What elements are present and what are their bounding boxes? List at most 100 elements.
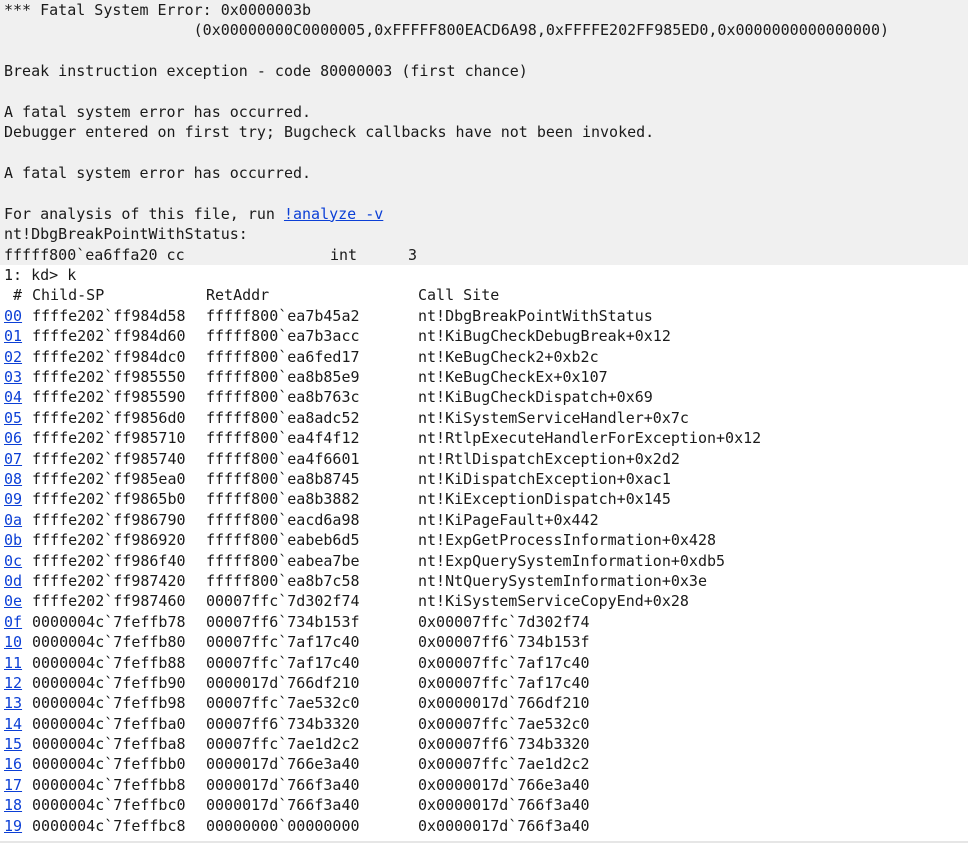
frame-number-link[interactable]: 19 xyxy=(4,817,22,835)
child-sp-value-cell: 0000004c`7feffba8 xyxy=(32,734,206,754)
child-sp-value: 0000004c`7feffb88 xyxy=(32,653,186,672)
frame-number-link[interactable]: 04 xyxy=(4,388,22,406)
frame-number-link-cell: 19 xyxy=(4,816,32,836)
child-sp-value: ffffe202`ff984d58 xyxy=(32,306,186,325)
stack-frame-row: 19 0000004c`7feffbc8 00000000`00000000 0x00… xyxy=(4,816,968,836)
ret-addr-value-cell: 00007ffc`7af17c40 xyxy=(206,632,418,652)
frame-number-link[interactable]: 11 xyxy=(4,654,22,672)
frame-number-link-cell: 14 xyxy=(4,714,32,734)
frame-number-link[interactable]: 02 xyxy=(4,348,22,366)
child-sp-value: ffffe202`ff9865b0 xyxy=(32,490,186,509)
frame-number-link[interactable]: 01 xyxy=(4,327,22,345)
frame-number-link-cell: 0d xyxy=(4,571,32,591)
child-sp-value-cell: 0000004c`7feffbc0 xyxy=(32,795,206,815)
frame-number-link-cell: 10 xyxy=(4,632,32,652)
analysis-hint-text: For analysis of this file, run xyxy=(4,204,284,223)
fatal-error-title: *** Fatal System Error: 0x0000003b xyxy=(4,1,312,19)
stack-frame-row: 03 ffffe202`ff985550 fffff800`ea8b85e9 nt!K… xyxy=(4,367,968,387)
child-sp-value: ffffe202`ff984dc0 xyxy=(32,347,186,366)
frame-number-link[interactable]: 18 xyxy=(4,796,22,814)
child-sp-value-cell: ffffe202`ff9865b0 xyxy=(32,489,206,509)
disassembly-line: fffff800`ea6ffa20 cc int 3 xyxy=(4,245,968,265)
child-sp-value-cell: ffffe202`ff987420 xyxy=(32,571,206,591)
frame-number-link-cell: 0f xyxy=(4,612,32,632)
call-site-value-cell: nt!KiSystemServiceCopyEnd+0x28 xyxy=(418,591,689,611)
ret-addr-value: fffff800`eabea7be xyxy=(206,551,360,570)
frame-number-link[interactable]: 15 xyxy=(4,735,22,753)
child-sp-value-cell: ffffe202`ff984d60 xyxy=(32,326,206,346)
stack-frame-row: 17 0000004c`7feffbb8 0000017d`766f3a40 0x00… xyxy=(4,775,968,795)
frame-number-link[interactable]: 0f xyxy=(4,613,22,631)
frame-number-link[interactable]: 0a xyxy=(4,511,22,529)
frame-number-link[interactable]: 06 xyxy=(4,429,22,447)
analyze-link[interactable]: !analyze -v xyxy=(284,205,383,223)
child-sp-value: ffffe202`ff985710 xyxy=(32,429,186,448)
call-site-value-cell: nt!ExpQuerySystemInformation+0xdb5 xyxy=(418,551,725,571)
child-sp-value-cell: ffffe202`ff985550 xyxy=(32,367,206,387)
child-sp-value-cell: 0000004c`7feffb80 xyxy=(32,632,206,652)
ret-addr-value-cell: 00007ffc`7ae532c0 xyxy=(206,693,418,713)
ret-addr-value: fffff800`ea8b8745 xyxy=(206,469,360,488)
stack-frame-row: 12 0000004c`7feffb90 0000017d`766df210 0x00… xyxy=(4,673,968,693)
call-site-value-cell: 0x00007ffc`7af17c40 xyxy=(418,653,590,673)
fatal-message-line: A fatal system error has occurred. xyxy=(4,164,312,183)
frame-number-link[interactable]: 07 xyxy=(4,450,22,468)
frame-number-link[interactable]: 10 xyxy=(4,633,22,651)
stack-frame-row: 08 ffffe202`ff985ea0 fffff800`ea8b8745 nt!K… xyxy=(4,469,968,489)
frame-number-link[interactable]: 14 xyxy=(4,715,22,733)
ret-addr-value-cell: 00000000`00000000 xyxy=(206,816,418,836)
child-sp-value: 0000004c`7feffb78 xyxy=(32,612,186,631)
ret-addr-value: 0000017d`766df210 xyxy=(206,673,360,692)
call-site-value-cell: nt!ExpGetProcessInformation+0x428 xyxy=(418,530,716,550)
child-sp-value: 0000004c`7feffba8 xyxy=(32,735,186,754)
call-site-value-cell: nt!KiSystemServiceHandler+0x7c xyxy=(418,408,689,428)
frame-number-link[interactable]: 0d xyxy=(4,572,22,590)
ret-addr-value: fffff800`ea8b85e9 xyxy=(206,368,360,387)
frame-number-link[interactable]: 09 xyxy=(4,490,22,508)
frame-number-link[interactable]: 08 xyxy=(4,470,22,488)
frame-number-link[interactable]: 0c xyxy=(4,552,22,570)
frame-number-link[interactable]: 0b xyxy=(4,531,22,549)
call-site-value: nt!DbgBreakPointWithStatus xyxy=(418,306,653,325)
break-exception-line: Break instruction exception - code 80000… xyxy=(4,62,528,81)
disasm-opcode: int xyxy=(330,245,358,264)
ret-addr-value-cell: fffff800`ea7b45a2 xyxy=(206,306,418,326)
child-sp-value: ffffe202`ff985590 xyxy=(32,388,186,407)
child-sp-value-cell: ffffe202`ff985ea0 xyxy=(32,469,206,489)
stack-frame-row: 00 ffffe202`ff984d58 fffff800`ea7b45a2 nt!D… xyxy=(4,306,968,326)
frame-number-link[interactable]: 0e xyxy=(4,592,22,610)
call-site-value: 0x00007ffc`7ae1d2c2 xyxy=(418,755,590,774)
call-site-value-cell: 0x0000017d`766f3a40 xyxy=(418,816,590,836)
stack-frame-row: 05 ffffe202`ff9856d0 fffff800`ea8adc52 nt!K… xyxy=(4,408,968,428)
child-sp-value-cell: ffffe202`ff984dc0 xyxy=(32,347,206,367)
call-site-value-cell: nt!DbgBreakPointWithStatus xyxy=(418,306,653,326)
frame-number-link[interactable]: 12 xyxy=(4,674,22,692)
stack-frame-row: 0c ffffe202`ff986f40 fffff800`eabea7be nt!E… xyxy=(4,551,968,571)
child-sp-value-cell: ffffe202`ff9856d0 xyxy=(32,408,206,428)
frame-number-link[interactable]: 03 xyxy=(4,368,22,386)
frame-number-link-cell: 15 xyxy=(4,734,32,754)
ret-addr-value-cell: fffff800`eacd6a98 xyxy=(206,510,418,530)
header-child-sp: Child-SP xyxy=(32,286,105,305)
header-call-site: Call Site xyxy=(418,286,500,305)
ret-addr-value-cell: fffff800`eabea7be xyxy=(206,551,418,571)
frame-number-link-cell: 06 xyxy=(4,428,32,448)
call-site-value-cell: nt!KeBugCheck2+0xb2c xyxy=(418,347,599,367)
call-site-value: nt!KiBugCheckDebugBreak+0x12 xyxy=(418,327,671,346)
ret-addr-value: 00007ff6`734b3320 xyxy=(206,714,360,733)
call-site-value-cell: nt!KiBugCheckDebugBreak+0x12 xyxy=(418,326,671,346)
frame-number-link[interactable]: 00 xyxy=(4,307,22,325)
frame-number-link[interactable]: 17 xyxy=(4,776,22,794)
ret-addr-value: 00007ff6`734b153f xyxy=(206,612,360,631)
child-sp-value-cell: ffffe202`ff985710 xyxy=(32,428,206,448)
frame-number-link-cell: 05 xyxy=(4,408,32,428)
stack-frame-row: 16 0000004c`7feffbb0 0000017d`766e3a40 0x00… xyxy=(4,754,968,774)
frame-number-link[interactable]: 13 xyxy=(4,694,22,712)
ret-addr-value: fffff800`ea8b7c58 xyxy=(206,571,360,590)
frame-number-link[interactable]: 05 xyxy=(4,409,22,427)
call-site-value: nt!ExpQuerySystemInformation+0xdb5 xyxy=(418,551,726,570)
frame-number-link-cell: 04 xyxy=(4,387,32,407)
frame-number-link[interactable]: 16 xyxy=(4,755,22,773)
